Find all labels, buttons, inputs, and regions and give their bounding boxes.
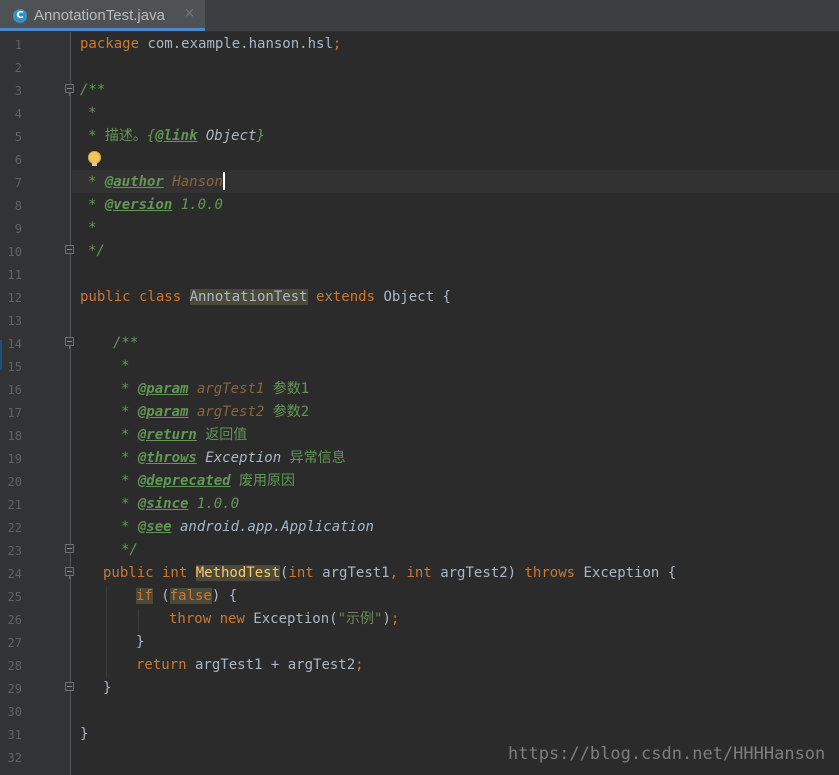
fold-toggle-icon[interactable] — [65, 337, 74, 349]
tab-label: AnnotationTest.java — [34, 7, 165, 24]
tab-annotationtest-java[interactable]: C AnnotationTest.java × — [0, 0, 205, 31]
code-line-23: */ — [121, 542, 138, 558]
line-number: 28 — [7, 659, 22, 673]
line-number: 11 — [7, 268, 22, 282]
line-number: 27 — [7, 636, 22, 650]
code-line-3: /** — [80, 82, 106, 98]
fold-toggle-icon[interactable] — [65, 567, 74, 579]
code-line-16: * @param argTest1 参数1 — [121, 381, 310, 397]
line-number: 6 — [14, 153, 22, 167]
line-number: 22 — [7, 521, 22, 535]
line-number: 26 — [7, 613, 22, 627]
line-number: 29 — [7, 682, 22, 696]
line-number: 13 — [7, 314, 22, 328]
code-line-8: * @version 1.0.0 — [88, 197, 223, 213]
line-number: 17 — [7, 406, 22, 420]
indent-guide — [138, 609, 139, 632]
code-line-4: * — [88, 105, 97, 121]
line-number: 25 — [7, 590, 22, 604]
line-number: 31 — [7, 728, 22, 742]
line-number: 10 — [7, 245, 22, 259]
java-class-icon: C — [13, 9, 27, 23]
line-number: 32 — [7, 751, 22, 765]
code-line-14: /** — [113, 335, 139, 351]
line-number: 12 — [7, 291, 22, 305]
code-line-31: } — [80, 726, 89, 742]
code-line-18: * @return 返回值 — [121, 427, 248, 443]
code-line-22: * @see android.app.Application — [121, 519, 374, 535]
line-number: 23 — [7, 544, 22, 558]
line-number: 2 — [14, 61, 22, 75]
code-line-1: package com.example.hanson.hsl; — [80, 36, 342, 52]
fold-toggle-icon[interactable] — [65, 84, 74, 96]
code-line-9: * — [88, 220, 97, 236]
fold-end-icon[interactable] — [65, 245, 74, 254]
line-number: 30 — [7, 705, 22, 719]
code-line-7: * @author Hanson — [88, 172, 225, 190]
text-caret — [222, 172, 225, 190]
line-number: 18 — [7, 429, 22, 443]
code-line-24: public int MethodTest(int argTest1, int … — [103, 565, 677, 581]
line-number: 14 — [7, 337, 22, 351]
code-line-5: * 描述。{@link Object} — [88, 128, 265, 144]
line-number: 24 — [7, 567, 22, 581]
intention-lightbulb-icon[interactable] — [88, 151, 101, 166]
line-number: 20 — [7, 475, 22, 489]
code-line-10: */ — [88, 243, 105, 259]
line-number: 16 — [7, 383, 22, 397]
fold-end-icon[interactable] — [65, 544, 74, 553]
code-line-29: } — [103, 680, 112, 696]
code-line-21: * @since 1.0.0 — [121, 496, 240, 512]
line-number: 15 — [7, 360, 22, 374]
code-line-15: * — [121, 358, 130, 374]
code-line-28: return argTest1 + argTest2; — [136, 657, 364, 673]
line-number: 21 — [7, 498, 22, 512]
tab-close-icon[interactable]: × — [184, 6, 195, 21]
line-number: 8 — [14, 199, 22, 213]
code-line-19: * @throws Exception 异常信息 — [121, 450, 346, 466]
line-number: 1 — [14, 38, 22, 52]
code-line-17: * @param argTest2 参数2 — [121, 404, 310, 420]
line-number: 7 — [14, 176, 22, 190]
code-line-26: throw new Exception("示例"); — [169, 611, 400, 627]
watermark-text: https://blog.csdn.net/HHHHanson — [508, 744, 826, 764]
fold-end-icon[interactable] — [65, 682, 74, 691]
line-number: 19 — [7, 452, 22, 466]
line-number: 9 — [14, 222, 22, 236]
code-line-20: * @deprecated 废用原因 — [121, 473, 296, 489]
line-number: 5 — [14, 130, 22, 144]
code-line-27: } — [136, 634, 145, 650]
code-line-12: public class AnnotationTest extends Obje… — [80, 289, 451, 305]
code-line-25: if (false) { — [136, 588, 238, 604]
line-number: 4 — [14, 107, 22, 121]
editor-tab-bar: C AnnotationTest.java × — [0, 0, 839, 32]
line-number: 3 — [14, 84, 22, 98]
indent-guide — [106, 586, 107, 678]
